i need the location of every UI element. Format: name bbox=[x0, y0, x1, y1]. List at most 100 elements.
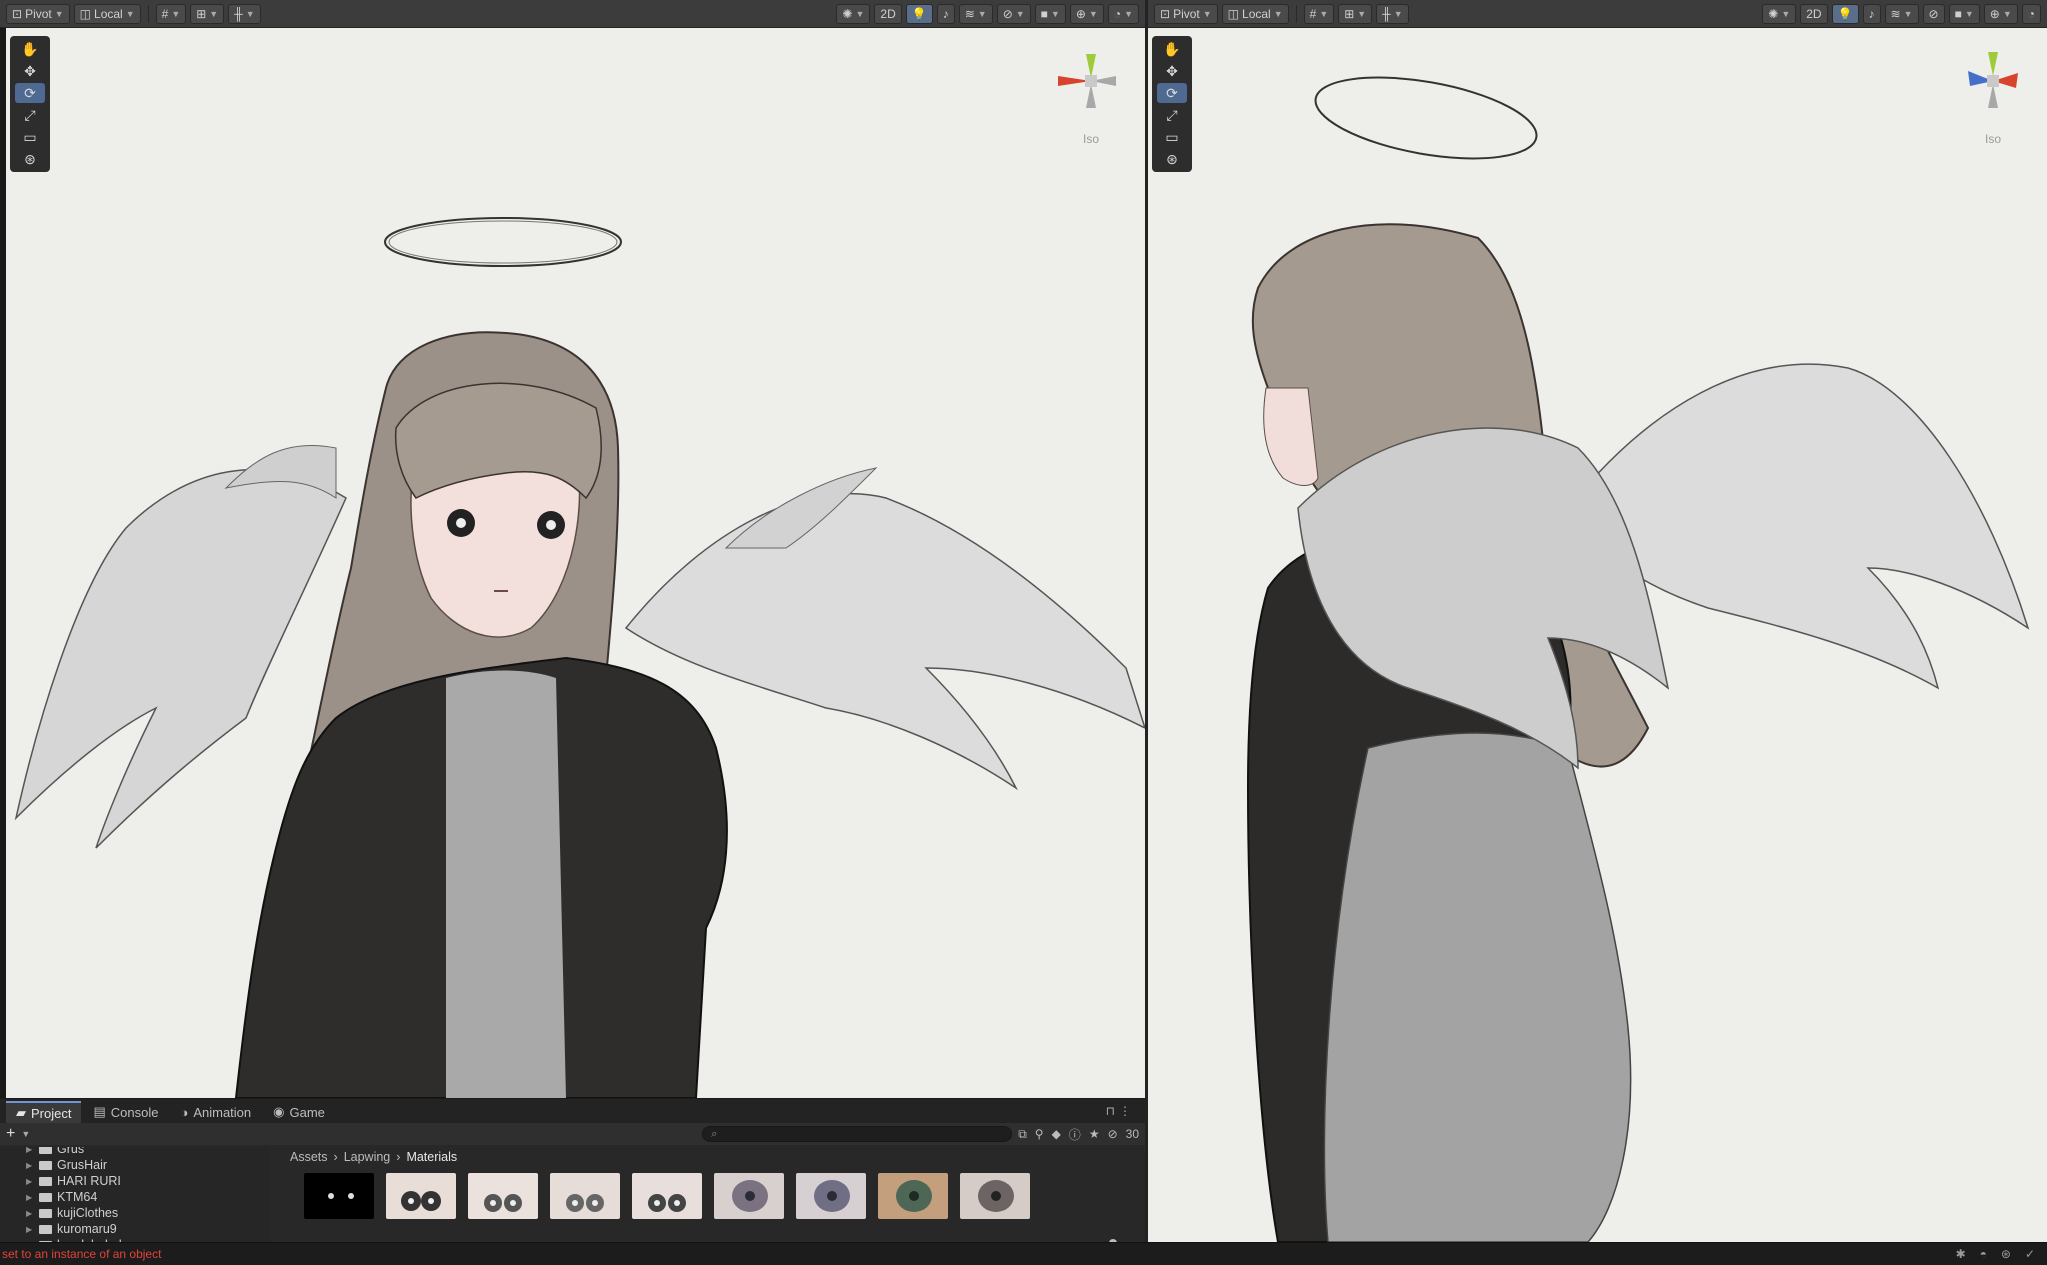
transform-tool[interactable]: ⊛ bbox=[15, 149, 45, 169]
dock-menu[interactable]: ⊓⋮ bbox=[1106, 1104, 1145, 1118]
audio-toggle[interactable]: ♪ bbox=[936, 3, 955, 24]
chevron-down-icon[interactable]: ▼ bbox=[21, 1129, 30, 1139]
draw-mode-button-right[interactable]: ✺ ▼ bbox=[1762, 3, 1797, 24]
breadcrumb-assets[interactable]: Assets bbox=[290, 1150, 328, 1164]
eye-texture-icon bbox=[814, 1180, 850, 1212]
gizmo-label: Iso bbox=[1984, 132, 2001, 146]
lighting-toggle-right[interactable]: 💡 bbox=[1831, 3, 1859, 24]
folder-icon: ▰ bbox=[16, 1105, 26, 1120]
status-bar: set to an instance of an object ✱ ◓ ⊛ ✓ bbox=[0, 1242, 2047, 1265]
scale-tool[interactable]: ⤢ bbox=[1157, 105, 1187, 125]
chevron-down-icon: ▼ bbox=[2002, 8, 2012, 19]
effects-toggle-right[interactable]: ≋ ▼ bbox=[1884, 3, 1919, 24]
chevron-down-icon: ▼ bbox=[245, 8, 255, 19]
draw-mode-button[interactable]: ✺ ▼ bbox=[836, 3, 871, 24]
material-thumbnail[interactable] bbox=[550, 1173, 620, 1219]
orientation-gizmo-right[interactable]: Iso bbox=[1948, 46, 2038, 146]
camera-settings-button-right[interactable]: ■ ▼ bbox=[1948, 3, 1980, 24]
type-filter-icon[interactable]: ⚲ bbox=[1035, 1127, 1044, 1141]
chevron-down-icon: ▼ bbox=[1903, 8, 1913, 19]
breadcrumb-materials[interactable]: Materials bbox=[406, 1150, 457, 1164]
hand-tool[interactable]: ✋ bbox=[15, 39, 45, 59]
add-button[interactable]: + bbox=[6, 1125, 15, 1143]
toggle-2d-button[interactable]: 2D bbox=[874, 3, 902, 24]
visibility-toggle[interactable]: ⊘ ▼ bbox=[996, 3, 1031, 24]
hand-icon: ✋ bbox=[21, 40, 39, 57]
tab-console[interactable]: ▤ Console bbox=[83, 1101, 168, 1123]
tree-item[interactable]: ▶ HARI RURI bbox=[0, 1173, 270, 1189]
rect-tool[interactable]: ▭ bbox=[15, 127, 45, 147]
hidden-packages-icon[interactable]: ⊘ bbox=[1108, 1127, 1118, 1141]
tab-animation[interactable]: ◑ Animation bbox=[170, 1101, 261, 1123]
rotate-tool[interactable]: ⟳ bbox=[15, 83, 45, 103]
visibility-toggle-right[interactable]: ⊘ bbox=[1922, 3, 1945, 24]
expand-arrow-icon[interactable]: ▶ bbox=[26, 1177, 34, 1186]
effects-toggle[interactable]: ≋ ▼ bbox=[958, 3, 993, 24]
scene-view-right[interactable]: ✋ ✥ ⟳ ⤢ ▭ ⊛ Iso bbox=[1148, 28, 2047, 1242]
project-search-input[interactable]: ⌕ bbox=[702, 1126, 1013, 1142]
snap-increment-button[interactable]: ⊞ ▼ bbox=[190, 3, 225, 24]
overlay-button-right[interactable]: ◔ bbox=[2021, 3, 2041, 24]
material-thumbnail[interactable] bbox=[632, 1173, 702, 1219]
rect-tool[interactable]: ▭ bbox=[1157, 127, 1187, 147]
local-toggle[interactable]: ◫ Local ▼ bbox=[73, 3, 141, 24]
tree-item[interactable]: ▶ KTM64 bbox=[0, 1189, 270, 1205]
material-thumbnail[interactable] bbox=[796, 1173, 866, 1219]
camera-icon: ■ bbox=[1954, 6, 1962, 21]
material-thumbnail[interactable] bbox=[468, 1173, 538, 1219]
tree-item[interactable]: ▶ Grus bbox=[0, 1147, 270, 1157]
orientation-gizmo-left[interactable]: Iso bbox=[1046, 46, 1136, 146]
scene-filter-icon[interactable]: ⧉ bbox=[1018, 1127, 1027, 1142]
expand-arrow-icon[interactable]: ▶ bbox=[26, 1147, 34, 1154]
rotate-tool[interactable]: ⟳ bbox=[1157, 83, 1187, 103]
pivot-toggle[interactable]: ⊡ Pivot ▼ bbox=[6, 3, 70, 24]
move-tool[interactable]: ✥ bbox=[15, 61, 45, 81]
material-thumbnail[interactable] bbox=[714, 1173, 784, 1219]
info-icon[interactable]: ⓘ bbox=[1069, 1126, 1081, 1143]
grid-visibility-button[interactable]: ╫ ▼ bbox=[228, 3, 261, 24]
status-error-message[interactable]: set to an instance of an object bbox=[0, 1247, 161, 1261]
grid-snap-button-right[interactable]: # ▼ bbox=[1303, 3, 1335, 24]
material-thumbnail[interactable] bbox=[960, 1173, 1030, 1219]
pivot-toggle-right[interactable]: ⊡ Pivot ▼ bbox=[1154, 3, 1218, 24]
audio-toggle-right[interactable]: ♪ bbox=[1862, 3, 1881, 24]
lighting-toggle[interactable]: 💡 bbox=[905, 3, 933, 24]
material-thumbnail[interactable] bbox=[386, 1173, 456, 1219]
scene-view-left[interactable]: ✋ ✥ ⟳ ⤢ ▭ ⊛ Iso bbox=[6, 28, 1145, 1098]
grid-visibility-button-right[interactable]: ╫ ▼ bbox=[1376, 3, 1409, 24]
transform-tool[interactable]: ⊛ bbox=[1157, 149, 1187, 169]
expand-arrow-icon[interactable]: ▶ bbox=[26, 1193, 34, 1202]
material-thumbnail[interactable] bbox=[878, 1173, 948, 1219]
material-thumbnail[interactable] bbox=[304, 1173, 374, 1219]
tree-item[interactable]: ▶ kuromaru9 bbox=[0, 1221, 270, 1237]
toggle-2d-button-right[interactable]: 2D bbox=[1800, 3, 1828, 24]
local-toggle-right[interactable]: ◫ Local ▼ bbox=[1221, 3, 1289, 24]
network-icon[interactable]: ⊛ bbox=[2001, 1247, 2011, 1261]
gamepad-icon: ◉ bbox=[273, 1104, 285, 1119]
bug-icon[interactable]: ✱ bbox=[1956, 1247, 1966, 1261]
gizmos-button[interactable]: ⊕ ▼ bbox=[1069, 3, 1104, 24]
overlay-button[interactable]: ◔ ▼ bbox=[1107, 3, 1139, 24]
project-folder-tree[interactable]: ▶ Grus ▶ GrusHair ▶ HARI RURI ▶ KTM64 ▶ kujiC… bbox=[0, 1147, 270, 1251]
chevron-down-icon: ▼ bbox=[855, 8, 865, 19]
grid-snap-button[interactable]: # ▼ bbox=[155, 3, 187, 24]
label-filter-icon[interactable]: ◆ bbox=[1052, 1127, 1061, 1141]
scale-tool[interactable]: ⤢ bbox=[15, 105, 45, 125]
expand-arrow-icon[interactable]: ▶ bbox=[26, 1161, 34, 1170]
expand-arrow-icon[interactable]: ▶ bbox=[26, 1209, 34, 1218]
camera-settings-button[interactable]: ■ ▼ bbox=[1034, 3, 1066, 24]
expand-arrow-icon[interactable]: ▶ bbox=[26, 1225, 34, 1234]
tab-game[interactable]: ◉ Game bbox=[263, 1101, 335, 1123]
move-tool[interactable]: ✥ bbox=[1157, 61, 1187, 81]
favorite-icon[interactable]: ★ bbox=[1089, 1127, 1100, 1141]
eye-texture-icon bbox=[732, 1180, 768, 1212]
cache-icon[interactable]: ◓ bbox=[1980, 1247, 1987, 1261]
snap-increment-button-right[interactable]: ⊞ ▼ bbox=[1338, 3, 1373, 24]
tree-item[interactable]: ▶ GrusHair bbox=[0, 1157, 270, 1173]
tree-item[interactable]: ▶ kujiClothes bbox=[0, 1205, 270, 1221]
tab-project[interactable]: ▰ Project bbox=[6, 1101, 82, 1123]
gizmos-button-right[interactable]: ⊕ ▼ bbox=[1983, 3, 2018, 24]
hand-tool[interactable]: ✋ bbox=[1157, 39, 1187, 59]
check-icon[interactable]: ✓ bbox=[2025, 1247, 2035, 1261]
breadcrumb-lapwing[interactable]: Lapwing bbox=[344, 1150, 391, 1164]
